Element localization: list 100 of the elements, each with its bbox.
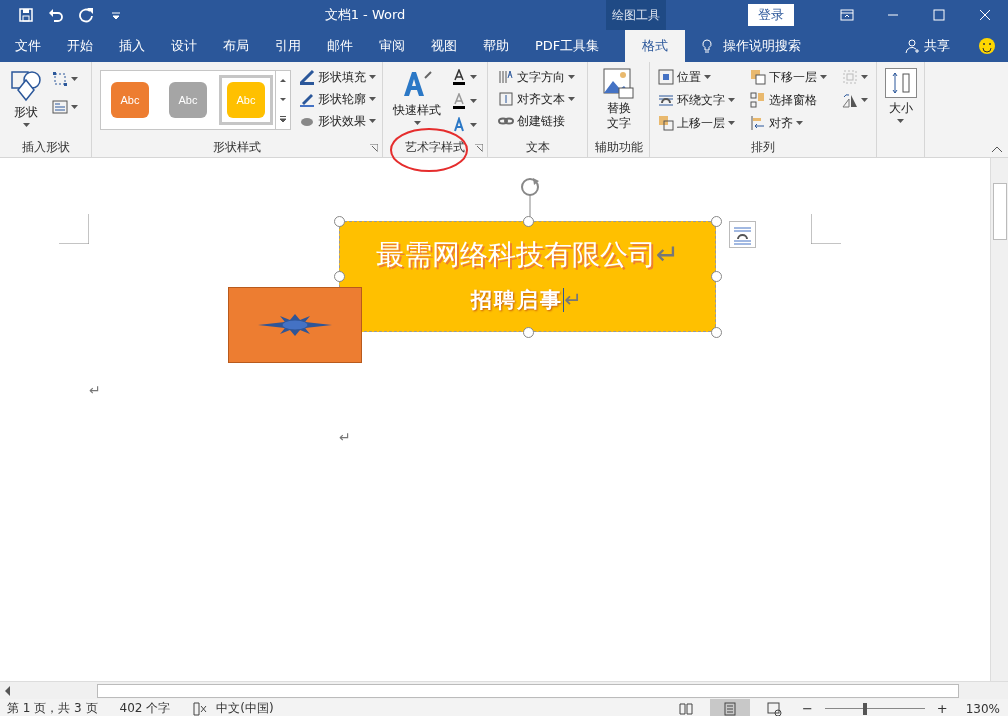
status-item[interactable]: 中文(中国) — [216, 700, 274, 716]
dialog-launcher-icon[interactable] — [475, 144, 483, 152]
arrange-command-button[interactable]: 环绕文字 — [656, 89, 748, 111]
ribbon-tab[interactable]: 审阅 — [366, 30, 418, 62]
textbox-line: 最需网络科技有限公司↵ — [375, 237, 680, 273]
group-label: 插入形状 — [20, 138, 71, 156]
selection-pane-icon — [750, 92, 766, 108]
vertical-scrollbar[interactable] — [990, 158, 1008, 681]
ribbon-tab[interactable]: 帮助 — [470, 30, 522, 62]
ribbon-tab[interactable]: 布局 — [210, 30, 262, 62]
text-command-button[interactable]: 创建链接 — [496, 110, 577, 132]
arrange-command-button[interactable]: 选择窗格 — [748, 89, 840, 111]
position-icon — [658, 69, 674, 85]
status-item[interactable]: 第 1 页，共 3 页 — [7, 700, 98, 716]
maximize-icon — [931, 7, 947, 23]
arrange-command-button[interactable]: 下移一层 — [748, 66, 840, 88]
margin-corner-mark — [811, 214, 841, 244]
resize-handle[interactable] — [523, 327, 534, 338]
arrange-command-button[interactable]: 位置 — [656, 66, 748, 88]
smiley-icon[interactable] — [978, 37, 996, 55]
window-title: 文档1 - Word — [323, 6, 407, 24]
zoom-slider-thumb[interactable] — [862, 702, 867, 715]
caret-icon — [470, 99, 477, 103]
save-icon — [18, 7, 34, 23]
ribbon-tab[interactable]: 开始 — [54, 30, 106, 62]
ribbon-tab[interactable]: 邮件 — [314, 30, 366, 62]
dialog-launcher-icon[interactable] — [370, 144, 378, 152]
ribbon-tab[interactable]: 引用 — [262, 30, 314, 62]
caret-icon — [796, 121, 803, 125]
group-objects-icon — [842, 69, 858, 85]
ribbon-tab[interactable]: 格式 — [625, 30, 686, 62]
page-icon — [721, 700, 738, 716]
resize-handle[interactable] — [711, 216, 722, 227]
group-label: 艺术字样式 — [404, 138, 466, 156]
resize-handle[interactable] — [334, 271, 345, 282]
resize-handle[interactable] — [711, 271, 722, 282]
rotate-handle-icon[interactable] — [518, 176, 542, 218]
caret-icon — [861, 98, 868, 102]
ribbon-tab[interactable]: 设计 — [158, 30, 210, 62]
more-icon — [280, 116, 286, 123]
ribbon-tab[interactable]: 视图 — [418, 30, 470, 62]
ribbon-display-icon — [839, 7, 855, 23]
shape-command-button[interactable]: 形状效果 — [297, 110, 378, 132]
paragraph-mark: ↵ — [89, 382, 101, 398]
shape-command-button[interactable]: 形状轮廓 — [297, 88, 378, 110]
minimize-icon — [888, 14, 898, 16]
caret-icon — [861, 75, 868, 79]
scroll-down-icon — [280, 98, 286, 102]
group-label: 排列 — [750, 138, 776, 156]
group-label: 辅助功能 — [593, 138, 644, 156]
horizontal-scrollbar[interactable] — [0, 681, 1008, 699]
status-item[interactable]: 402 个字 — [119, 700, 171, 716]
arrange-command-button[interactable]: 上移一层 — [656, 112, 748, 134]
text-box-icon — [52, 99, 68, 115]
group-label: 形状样式 — [212, 138, 262, 156]
caret-icon — [470, 75, 477, 79]
size-icon — [884, 68, 917, 98]
context-tab-label: 绘图工具 — [606, 0, 666, 30]
caret-icon — [470, 123, 477, 127]
resize-handle[interactable] — [334, 216, 345, 227]
collapse-ribbon-icon[interactable] — [991, 146, 1003, 153]
wrap-text-icon — [658, 92, 674, 108]
zoom-out-button[interactable]: − — [797, 701, 817, 716]
ribbon-tab[interactable]: 文件 — [2, 30, 54, 62]
textbox-line: 招聘启事↵ — [471, 287, 584, 314]
bring-forward-icon — [658, 115, 674, 131]
ribbon-tab[interactable]: PDF工具集 — [522, 30, 613, 62]
shapes-button[interactable]: 形状 — [6, 66, 46, 129]
caret-icon — [22, 123, 30, 127]
edit-points-icon — [52, 71, 68, 87]
caret-icon — [369, 119, 376, 123]
group-label: 文本 — [524, 138, 551, 156]
resize-handle[interactable] — [523, 216, 534, 227]
caret-icon — [728, 121, 735, 125]
text-command-button[interactable]: 文字方向 — [496, 66, 577, 88]
ribbon-tab[interactable]: 插入 — [106, 30, 158, 62]
size-button[interactable]: 大小 — [880, 66, 921, 125]
caret-icon — [71, 77, 78, 81]
zoom-in-button[interactable]: + — [932, 701, 952, 716]
layout-options-button[interactable] — [729, 221, 756, 248]
caret-icon — [704, 75, 711, 79]
globe-page-icon — [765, 700, 782, 716]
caret-icon — [568, 75, 575, 79]
arrange-command-button[interactable]: 对齐 — [748, 112, 840, 134]
quick-styles-button[interactable]: 快速样式 — [389, 68, 445, 127]
shapes-icon — [10, 68, 42, 102]
tell-me-search[interactable]: 操作说明搜索 — [723, 37, 802, 55]
share-button[interactable]: 共享 — [899, 30, 956, 62]
zoom-percentage[interactable]: 130% — [965, 701, 1000, 716]
login-button[interactable]: 登录 — [748, 4, 794, 26]
rotate-flip-icon — [842, 92, 858, 108]
resize-handle[interactable] — [711, 327, 722, 338]
caret-icon — [71, 105, 78, 109]
caret-icon — [369, 97, 376, 101]
alt-text-button[interactable]: 替换文字 — [599, 66, 638, 133]
text-command-button[interactable]: 对齐文本 — [496, 88, 577, 110]
book-icon — [677, 700, 694, 716]
person-add-icon — [905, 38, 921, 54]
view-button[interactable] — [709, 699, 750, 716]
shape-command-button[interactable]: 形状填充 — [297, 66, 378, 88]
